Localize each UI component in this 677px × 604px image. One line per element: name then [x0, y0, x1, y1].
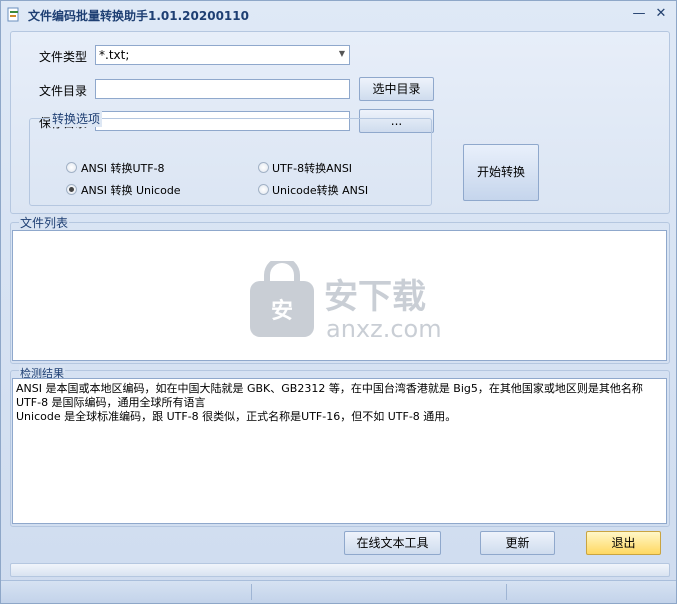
file-list-title: 文件列表: [19, 214, 70, 231]
file-type-select[interactable]: *.txt; ▼: [95, 45, 350, 65]
online-text-tools-button[interactable]: 在线文本工具: [344, 531, 441, 555]
file-list-box[interactable]: 安 安下载 anxz.com: [12, 230, 667, 361]
title-bar: 文件编码批量转换助手1.01.20200110 — ✕: [1, 1, 676, 29]
chevron-down-icon: ▼: [338, 49, 345, 58]
start-convert-button[interactable]: 开始转换: [463, 144, 539, 201]
result-textarea[interactable]: ANSI 是本国或本地区编码，如在中国大陆就是 GBK、GB2312 等，在中国…: [12, 378, 667, 524]
minimize-button[interactable]: —: [629, 5, 649, 23]
radio-unicode-to-ansi-label[interactable]: Unicode转换 ANSI: [272, 182, 368, 198]
status-separator: [506, 584, 507, 600]
radio-ansi-to-utf8-label[interactable]: ANSI 转换UTF-8: [81, 160, 165, 176]
status-separator: [251, 584, 252, 600]
conversion-options-title: 转换选项: [50, 110, 103, 127]
app-window: 文件编码批量转换助手1.01.20200110 — ✕ 文件类型 *.txt; …: [0, 0, 677, 604]
watermark-text-en: anxz.com: [326, 315, 442, 341]
watermark-text-cn: 安下载: [324, 277, 426, 317]
radio-ansi-to-utf8[interactable]: [66, 162, 77, 173]
window-title: 文件编码批量转换助手1.01.20200110: [28, 9, 249, 23]
update-button[interactable]: 更新: [480, 531, 555, 555]
radio-utf8-to-ansi[interactable]: [258, 162, 269, 173]
watermark-badge-text: 安: [271, 298, 293, 324]
close-button[interactable]: ✕: [651, 5, 671, 23]
file-dir-label: 文件目录: [39, 84, 88, 98]
radio-ansi-to-unicode[interactable]: [66, 184, 77, 195]
file-dir-input[interactable]: [95, 79, 350, 99]
status-bar: [1, 580, 676, 603]
radio-utf8-to-ansi-label[interactable]: UTF-8转换ANSI: [272, 160, 352, 176]
file-type-label: 文件类型: [39, 50, 88, 64]
exit-button[interactable]: 退出: [586, 531, 661, 555]
watermark-logo: 安 安下载 anxz.com: [250, 261, 442, 341]
app-icon: [7, 7, 19, 22]
progress-bar: [10, 563, 670, 577]
radio-ansi-to-unicode-label[interactable]: ANSI 转换 Unicode: [81, 182, 181, 198]
radio-unicode-to-ansi[interactable]: [258, 184, 269, 195]
file-type-value: *.txt;: [99, 48, 130, 62]
select-dir-button[interactable]: 选中目录: [359, 77, 434, 101]
